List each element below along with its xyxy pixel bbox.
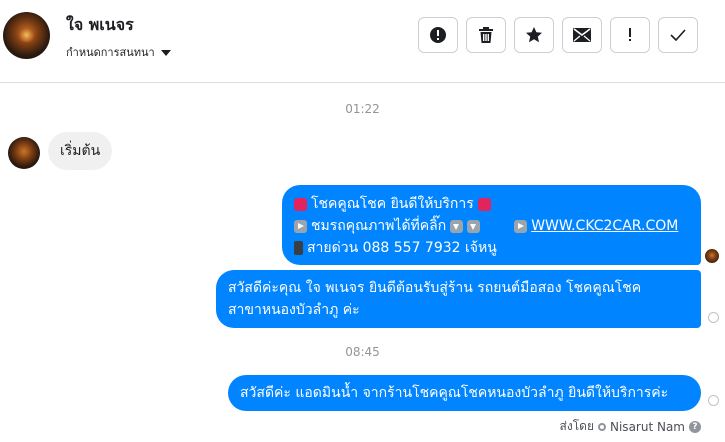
red-square-icon [294,197,307,211]
outgoing-message: สวัสดีค่ะคุณ ใจ พเนจร ยินดีต้อนรับสู่ร้า… [216,270,701,328]
mark-unread-button[interactable] [562,17,602,53]
timestamp: 08:45 [345,345,380,359]
done-button[interactable] [658,17,698,53]
sent-by-label: ส่งโดย [559,419,594,433]
star-icon [526,27,542,43]
hotline-text: สายด่วน 088 557 7932 เจ้หนู [307,240,497,256]
down-arrow-icon [467,219,481,233]
contact-name[interactable]: ใจ พเนจร [66,13,134,38]
message-line: สายด่วน 088 557 7932 เจ้หนู [294,237,689,259]
outgoing-message: สวัสดีค่ะ แอดมินน้ำ จากร้านโชคคูณโชคหนอง… [228,375,701,411]
delivered-check-icon [708,312,719,323]
down-arrow-icon [450,219,464,233]
assign-label: กำหนดการสนทนา [66,46,155,59]
incoming-message: เริ่มต้น [48,132,113,170]
conversation-header: ใจ พเนจร กำหนดการสนทนา [0,0,725,83]
check-icon [670,29,686,41]
important-button[interactable] [610,17,650,53]
message-line: ชมรถคุณภาพได้ที่คลิ๊ก WWW.CKC2CAR.COM [294,215,689,237]
message-line: สวัสดีค่ะคุณ ใจ พเนจร ยินดีต้อนรับสู่ร้า… [228,280,642,296]
promo-text: ชมรถคุณภาพได้ที่คลิ๊ก [311,218,447,234]
play-icon [514,219,528,233]
play-icon [294,219,307,233]
contact-avatar-small [8,137,40,169]
exclamation-icon [629,28,631,41]
envelope-icon [573,28,591,42]
trash-icon [479,26,493,43]
delivered-check-icon [708,395,719,406]
red-square-icon [477,197,491,211]
message-line: โชคคูณโชค ยินดีให้บริการ [294,193,689,215]
exclamation-circle-icon [430,27,446,43]
message-line: สาขาหนองบัวลำภู ค่ะ [228,302,360,318]
sender-name[interactable]: Nisarut Nam [610,420,685,434]
chevron-down-icon [160,50,171,56]
contact-avatar[interactable] [3,12,50,59]
help-icon[interactable]: ? [689,420,701,433]
gear-icon [598,422,606,431]
star-button[interactable] [514,17,554,53]
website-link[interactable]: WWW.CKC2CAR.COM [531,215,678,237]
mobile-phone-icon [294,241,303,255]
outgoing-message: โชคคูณโชค ยินดีให้บริการ ชมรถคุณภาพได้ที… [282,185,701,265]
timestamp: 01:22 [345,102,380,116]
greeting-text: โชคคูณโชค ยินดีให้บริการ [311,196,474,212]
seen-avatar [705,249,719,263]
message-line: สวัสดีค่ะ แอดมินน้ำ จากร้านโชคคูณโชคหนอง… [240,385,669,401]
report-button[interactable] [418,17,458,53]
delete-button[interactable] [466,17,506,53]
sent-by-info: ส่งโดย Nisarut Nam ? [560,417,701,436]
assign-conversation-dropdown[interactable]: กำหนดการสนทนา [66,43,171,61]
